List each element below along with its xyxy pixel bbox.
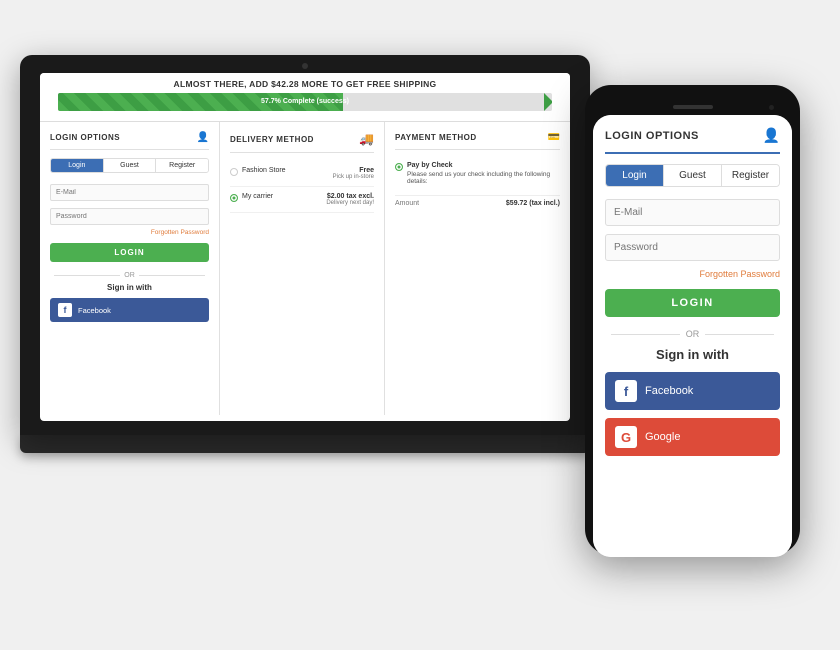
laptop-login-title: LOGIN OPTIONS xyxy=(50,133,120,142)
laptop-tab-register[interactable]: Register xyxy=(156,159,208,172)
amount-label: Amount xyxy=(395,200,419,207)
laptop-screen: ALMOST THERE, ADD $42.28 MORE TO GET FRE… xyxy=(40,73,570,421)
phone-speaker xyxy=(673,105,713,109)
amount-value: $59.72 (tax incl.) xyxy=(506,200,560,207)
phone-facebook-button[interactable]: f Facebook xyxy=(605,372,780,410)
laptop-tab-group[interactable]: Login Guest Register xyxy=(50,158,209,173)
radio-fashion-store[interactable] xyxy=(230,168,238,176)
phone-tab-guest[interactable]: Guest xyxy=(664,165,722,186)
phone-login-title: LOGIN OPTIONS xyxy=(605,130,699,142)
phone-password-input[interactable] xyxy=(605,234,780,261)
delivery-option-1[interactable]: Fashion Store Free Pick up in-store xyxy=(230,161,374,187)
phone-tab-login[interactable]: Login xyxy=(606,165,664,186)
amount-row: Amount $59.72 (tax incl.) xyxy=(395,195,560,207)
facebook-icon: f xyxy=(58,303,72,317)
phone-sign-in-with: Sign in with xyxy=(605,347,780,362)
laptop-body: ALMOST THERE, ADD $42.28 MORE TO GET FRE… xyxy=(20,55,590,435)
laptop-tab-guest[interactable]: Guest xyxy=(104,159,157,172)
laptop-password-input[interactable] xyxy=(50,208,209,225)
screen-columns: LOGIN OPTIONS 👤 Login Guest Register For… xyxy=(40,122,570,415)
laptop-payment-title: PAYMENT METHOD xyxy=(395,133,477,142)
phone-or-divider: OR xyxy=(605,329,780,339)
phone: LOGIN OPTIONS 👤 Login Guest Register For… xyxy=(585,85,800,555)
shipping-banner: ALMOST THERE, ADD $42.28 MORE TO GET FRE… xyxy=(50,79,560,89)
phone-login-button[interactable]: LOGIN xyxy=(605,289,780,317)
phone-forgotten-password[interactable]: Forgotten Password xyxy=(605,269,780,279)
phone-camera-icon xyxy=(769,105,774,110)
delivery-name-carrier: My carrier xyxy=(242,193,273,200)
laptop-login-button[interactable]: LOGIN xyxy=(50,243,209,262)
delivery-name-fashion: Fashion Store xyxy=(242,167,286,174)
payment-option-check[interactable]: Pay by Check Please send us your check i… xyxy=(395,158,560,189)
phone-screen: LOGIN OPTIONS 👤 Login Guest Register For… xyxy=(593,115,792,557)
phone-tab-register[interactable]: Register xyxy=(722,165,779,186)
laptop-payment-header: PAYMENT METHOD 💳 xyxy=(395,132,560,150)
delivery-price-carrier: $2.00 tax excl. Delivery next day! xyxy=(326,193,374,206)
radio-pay-check[interactable] xyxy=(395,163,403,171)
delivery-price-fashion: Free Pick up in-store xyxy=(333,167,374,180)
progress-bar-label: 57.7% Complete (success) xyxy=(58,93,552,111)
phone-google-icon: G xyxy=(615,426,637,448)
laptop-login-header: LOGIN OPTIONS 👤 xyxy=(50,132,209,150)
payment-name: Pay by Check xyxy=(407,162,560,169)
laptop-base xyxy=(20,435,590,453)
phone-users-icon: 👤 xyxy=(763,127,780,144)
scene: ALMOST THERE, ADD $42.28 MORE TO GET FRE… xyxy=(20,25,820,625)
phone-top-bar xyxy=(593,99,792,115)
phone-email-input[interactable] xyxy=(605,199,780,226)
laptop-delivery-section: DELIVERY METHOD 🚚 Fashion Store Free Pic… xyxy=(220,122,385,415)
payment-desc: Please send us your check including the … xyxy=(407,171,560,185)
payment-icon: 💳 xyxy=(548,132,560,143)
phone-login-header: LOGIN OPTIONS 👤 xyxy=(605,127,780,154)
laptop-delivery-title: DELIVERY METHOD xyxy=(230,135,314,144)
laptop-tab-login[interactable]: Login xyxy=(51,159,104,172)
laptop-facebook-button[interactable]: f Facebook xyxy=(50,298,209,322)
laptop-or-divider: OR xyxy=(50,272,209,279)
progress-bar-container: 57.7% Complete (success) xyxy=(58,93,552,111)
laptop-email-input[interactable] xyxy=(50,184,209,201)
laptop-payment-section: PAYMENT METHOD 💳 Pay by Check Please sen… xyxy=(385,122,570,415)
phone-google-button[interactable]: G Google xyxy=(605,418,780,456)
laptop-sign-in-with: Sign in with xyxy=(50,283,209,292)
screen-top-bar: ALMOST THERE, ADD $42.28 MORE TO GET FRE… xyxy=(40,73,570,122)
laptop-delivery-header: DELIVERY METHOD 🚚 xyxy=(230,132,374,153)
delivery-option-2[interactable]: My carrier $2.00 tax excl. Delivery next… xyxy=(230,187,374,213)
phone-tab-group[interactable]: Login Guest Register xyxy=(605,164,780,187)
truck-icon: 🚚 xyxy=(359,132,374,146)
laptop-forgotten-password[interactable]: Forgotten Password xyxy=(50,229,209,236)
phone-content: LOGIN OPTIONS 👤 Login Guest Register For… xyxy=(593,115,792,557)
laptop-login-section: LOGIN OPTIONS 👤 Login Guest Register For… xyxy=(40,122,220,415)
radio-my-carrier[interactable] xyxy=(230,194,238,202)
users-icon: 👤 xyxy=(197,132,209,143)
phone-facebook-icon: f xyxy=(615,380,637,402)
laptop: ALMOST THERE, ADD $42.28 MORE TO GET FRE… xyxy=(20,55,590,485)
laptop-camera xyxy=(302,63,308,69)
